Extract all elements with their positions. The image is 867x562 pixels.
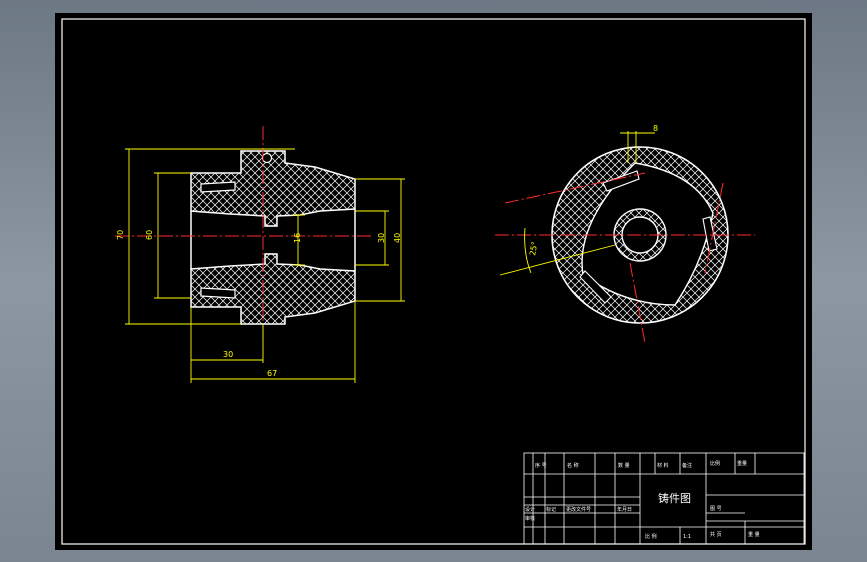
tb-header-5: 备注 <box>682 462 692 469</box>
upper-pocket <box>200 181 236 193</box>
lower-pocket <box>200 287 236 299</box>
tb-drawing-title: 铸件图 <box>658 491 691 505</box>
tb-sheet: 共 页 <box>710 531 722 538</box>
drawing-sheet: 70 60 16 30 40 30 67 8 25° 序 号 名 称 数 量 材… <box>55 13 812 550</box>
tb-header-1: 序 号 <box>535 462 547 469</box>
tb-sign-1: 标记 <box>546 506 556 513</box>
tb-design: 设计 <box>525 506 535 513</box>
tb-weight-word: 重 量 <box>748 531 760 538</box>
tb-figure-no: 图 号 <box>710 506 722 512</box>
dim-70: 70 <box>116 230 125 240</box>
cad-drawing: 70 60 16 30 40 30 67 8 25° 序 号 名 称 数 量 材… <box>61 18 806 545</box>
tb-scale-value: 1:1 <box>683 534 691 540</box>
dim-30-length: 30 <box>223 350 233 359</box>
dim-60: 60 <box>145 230 154 240</box>
bolt-hole <box>261 152 273 164</box>
tb-header-7: 重量 <box>737 460 747 467</box>
tb-sign-3: 年月日 <box>617 506 632 513</box>
dim-slot-8: 8 <box>653 124 658 133</box>
tb-sign-2: 更改文件号 <box>566 506 591 513</box>
tb-header-6: 比例 <box>710 460 720 467</box>
dim-30-bore: 30 <box>377 233 386 243</box>
tb-check: 审核 <box>525 515 535 522</box>
dim-16: 16 <box>293 233 302 243</box>
tb-scale-word: 比 例 <box>645 533 657 540</box>
tb-header-3: 数 量 <box>618 462 630 469</box>
dim-67: 67 <box>267 369 277 378</box>
dim-40: 40 <box>393 233 402 243</box>
tb-header-4: 材 料 <box>657 462 669 469</box>
tb-header-2: 名 称 <box>567 462 579 469</box>
dim-angle: 25° <box>528 241 539 257</box>
